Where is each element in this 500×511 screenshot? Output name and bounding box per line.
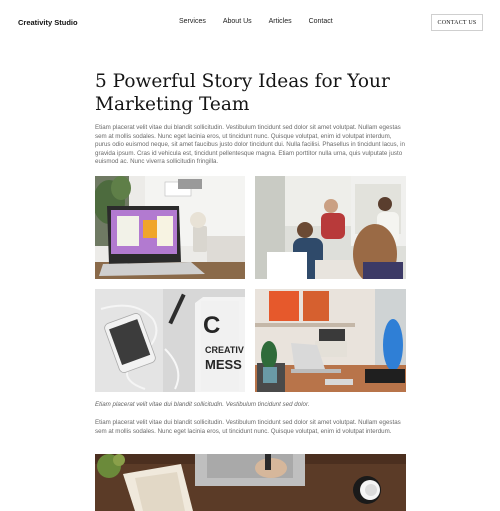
contact-us-button[interactable]: CONTACT US <box>431 14 483 31</box>
nav-link-about[interactable]: About Us <box>223 18 252 25</box>
mug-text: C <box>203 312 220 339</box>
team-meeting-photo <box>255 176 406 279</box>
workspace-topdown-photo <box>95 454 406 511</box>
article-body-paragraph: Etiam placerat velit vitae dui blandit s… <box>95 419 401 435</box>
nav-link-services[interactable]: Services <box>179 18 206 25</box>
article-title: 5 Powerful Story Ideas for Your Marketin… <box>95 71 390 115</box>
nav-link-contact[interactable]: Contact <box>309 18 333 25</box>
laptop-desk-photo <box>95 176 245 279</box>
nav-menu: Services About Us Articles Contact <box>179 18 350 25</box>
svg-text:MESS: MESS <box>205 357 242 372</box>
image-caption: Etiam placerat velit vitae dui blandit s… <box>95 401 310 408</box>
office-desk-photo <box>255 289 406 392</box>
svg-text:CREATIV: CREATIV <box>205 345 244 355</box>
top-nav: Creativity Studio Services About Us Arti… <box>0 0 500 46</box>
brand-logo-text[interactable]: Creativity Studio <box>18 18 78 27</box>
nav-link-articles[interactable]: Articles <box>269 18 292 25</box>
phone-mug-photo: C CREATIV MESS <box>95 289 245 392</box>
article-intro-paragraph: Etiam placerat velit vitae dui blandit s… <box>95 124 405 166</box>
